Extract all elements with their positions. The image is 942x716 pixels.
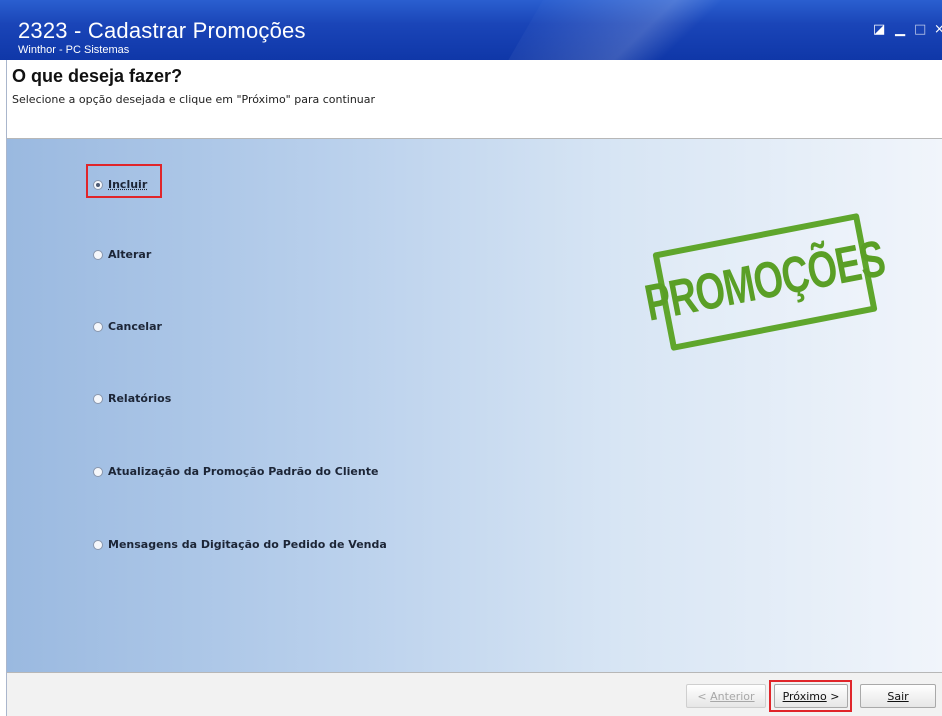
minimize-icon[interactable]: ▁: [895, 22, 905, 37]
next-button[interactable]: Próximo >: [774, 684, 848, 708]
option-incluir[interactable]: Incluir: [93, 178, 147, 191]
close-icon[interactable]: ×: [934, 22, 942, 37]
radio-icon[interactable]: [93, 539, 103, 550]
restore-icon[interactable]: ◪: [873, 22, 885, 37]
option-label: Cancelar: [108, 320, 162, 333]
title-bar: 2323 - Cadastrar Promoções Winthor - PC …: [0, 0, 942, 60]
page-instruction: Selecione a opção desejada e clique em "…: [12, 93, 376, 106]
window-subtitle: Winthor - PC Sistemas: [18, 44, 130, 56]
previous-label: Anterior: [710, 689, 755, 703]
radio-icon[interactable]: [93, 466, 103, 477]
option-label: Atualização da Promoção Padrão do Client…: [108, 465, 379, 478]
option-cancelar[interactable]: Cancelar: [93, 320, 162, 333]
option-label: Alterar: [108, 248, 152, 261]
option-label: Incluir: [108, 178, 148, 191]
option-relatorios[interactable]: Relatórios: [93, 392, 171, 405]
page-title: O que deseja fazer?: [12, 66, 183, 86]
wizard-header: O que deseja fazer? Selecione a opção de…: [12, 66, 375, 106]
radio-icon[interactable]: [93, 393, 103, 404]
next-suffix: >: [826, 689, 840, 703]
option-mensagens-pedido[interactable]: Mensagens da Digitação do Pedido de Vend…: [93, 538, 387, 551]
previous-prefix: <: [697, 689, 711, 703]
option-label: Mensagens da Digitação do Pedido de Vend…: [108, 538, 387, 551]
exit-label: Sair: [887, 689, 909, 703]
radio-icon[interactable]: [93, 321, 103, 332]
radio-checked-icon[interactable]: [93, 179, 103, 190]
previous-button[interactable]: < Anterior: [686, 684, 766, 708]
radio-icon[interactable]: [93, 249, 103, 260]
exit-button[interactable]: Sair: [860, 684, 936, 708]
maximize-icon[interactable]: □: [914, 22, 926, 37]
option-atualizacao-promocao[interactable]: Atualização da Promoção Padrão do Client…: [93, 465, 378, 478]
next-label: Próximo: [782, 689, 827, 703]
option-label: Relatórios: [108, 392, 172, 405]
window-title: 2323 - Cadastrar Promoções: [18, 18, 306, 43]
option-alterar[interactable]: Alterar: [93, 248, 151, 261]
options-panel: [7, 139, 942, 672]
